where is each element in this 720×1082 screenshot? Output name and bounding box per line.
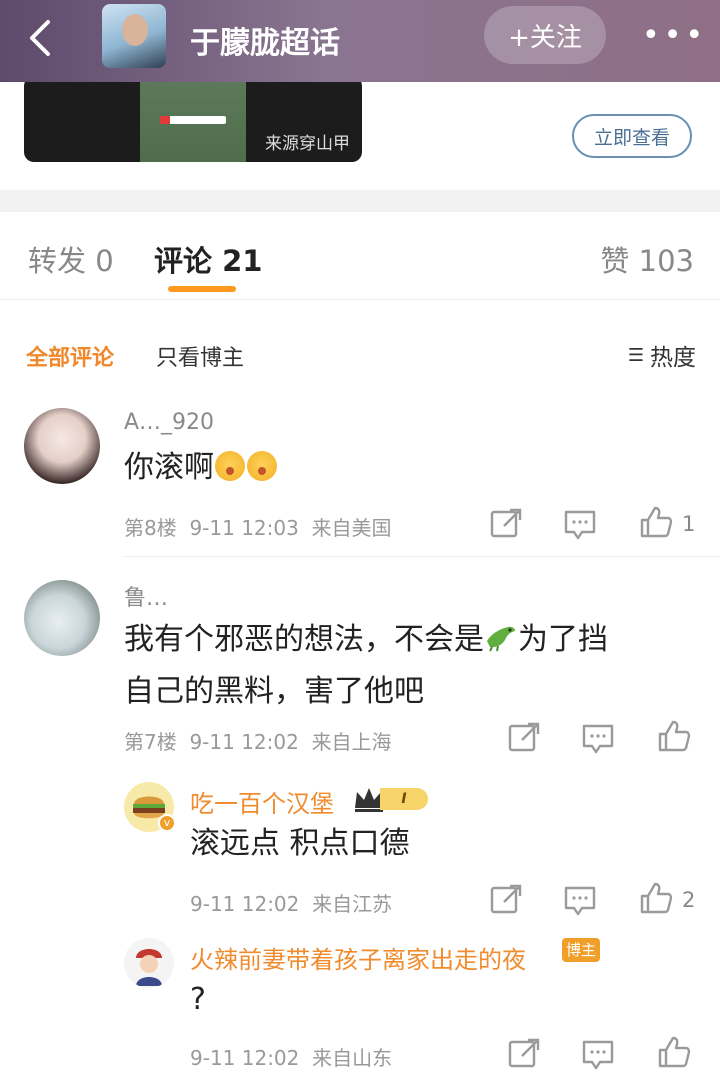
comment-text: 我有个邪恶的想法，不会是 为了挡 自己的黑料，害了他吧 bbox=[124, 614, 694, 718]
comment-location: 来自上海 bbox=[311, 730, 392, 754]
share-icon[interactable] bbox=[488, 882, 524, 918]
active-tab-indicator bbox=[168, 286, 236, 292]
comment-location: 来自美国 bbox=[311, 516, 392, 540]
like-icon[interactable] bbox=[656, 1034, 692, 1070]
comment-username[interactable]: 鲁… bbox=[124, 580, 168, 612]
tab-repost[interactable]: 转发 0 bbox=[28, 238, 114, 280]
reply-location: 来自山东 bbox=[312, 1046, 393, 1070]
comment-text-line1-a: 我有个邪恶的想法，不会是 bbox=[124, 622, 484, 657]
share-icon[interactable] bbox=[506, 720, 542, 756]
reply-username[interactable]: 火辣前妻带着孩子离家出走的夜 bbox=[190, 940, 526, 975]
sort-label: 热度 bbox=[650, 345, 696, 371]
comment-time: 9-11 12:03 bbox=[189, 516, 299, 540]
reply-username[interactable]: 吃一百个汉堡 bbox=[190, 784, 334, 819]
comment-icon[interactable] bbox=[562, 882, 598, 918]
level-badge: I bbox=[380, 788, 428, 810]
tab-comment[interactable]: 评论 21 bbox=[154, 238, 262, 280]
scream-emoji-icon bbox=[247, 451, 277, 481]
comment-meta: 第7楼 9-11 12:02 来自上海 bbox=[124, 726, 392, 755]
avatar[interactable] bbox=[124, 938, 174, 988]
like-icon[interactable] bbox=[656, 718, 692, 754]
reply-text: ? bbox=[190, 982, 206, 1017]
reply-time: 9-11 12:02 bbox=[190, 1046, 300, 1070]
comment-text-content: 你滚啊 bbox=[124, 450, 214, 485]
crocodile-emoji-icon bbox=[487, 626, 515, 652]
comment-icon[interactable] bbox=[580, 720, 616, 756]
topic-avatar[interactable] bbox=[102, 4, 166, 68]
comment-filter-bar: 全部评论 只看博主 ☰ 热度 bbox=[0, 300, 720, 396]
comment-floor: 第8楼 bbox=[124, 516, 177, 540]
filter-all-comments[interactable]: 全部评论 bbox=[26, 340, 114, 372]
more-icon[interactable]: ••• bbox=[642, 21, 703, 51]
topic-title[interactable]: 于朦胧超话 bbox=[190, 18, 340, 62]
comment-time: 9-11 12:02 bbox=[189, 730, 299, 754]
comment-icon[interactable] bbox=[562, 506, 598, 542]
verified-badge-icon: v bbox=[158, 814, 176, 832]
video-source-label: 来源穿山甲 bbox=[265, 134, 350, 154]
section-divider bbox=[0, 190, 720, 212]
filter-owner-only[interactable]: 只看博主 bbox=[156, 340, 244, 372]
owner-badge: 博主 bbox=[562, 938, 601, 962]
sort-icon: ☰ bbox=[627, 344, 644, 366]
view-now-button[interactable]: 立即查看 bbox=[572, 114, 692, 158]
back-arrow-icon[interactable] bbox=[22, 18, 62, 58]
reply-meta: 9-11 12:02 来自山东 bbox=[190, 1042, 392, 1071]
avatar[interactable] bbox=[24, 580, 100, 656]
comment-text-line2: 自己的黑料，害了他吧 bbox=[124, 674, 424, 709]
level-text: I bbox=[401, 791, 407, 807]
comment-username[interactable]: A…_920 bbox=[124, 410, 214, 435]
like-icon[interactable] bbox=[638, 504, 674, 540]
reply-meta: 9-11 12:02 来自江苏 bbox=[190, 888, 392, 917]
video-thumbnail[interactable]: 来源穿山甲 bbox=[24, 82, 362, 162]
comment-icon[interactable] bbox=[580, 1036, 616, 1072]
tab-bar: 转发 0 评论 21 赞 103 bbox=[0, 212, 720, 300]
top-bar: 于朦胧超话 +关注 ••• bbox=[0, 0, 720, 82]
comment-text-line1-b: 为了挡 bbox=[518, 622, 608, 657]
like-count: 1 bbox=[682, 512, 696, 536]
cartoon-avatar-icon bbox=[136, 949, 162, 986]
sort-button[interactable]: ☰ 热度 bbox=[628, 338, 696, 372]
video-overlay-tag bbox=[160, 116, 226, 124]
comment-divider bbox=[124, 556, 720, 557]
like-icon[interactable] bbox=[638, 880, 674, 916]
comment-meta: 第8楼 9-11 12:03 来自美国 bbox=[124, 512, 392, 541]
reply-text: 滚远点 积点口德 bbox=[190, 826, 410, 861]
comment-floor: 第7楼 bbox=[124, 730, 177, 754]
tab-like[interactable]: 赞 103 bbox=[600, 238, 694, 280]
reply-time: 9-11 12:02 bbox=[190, 892, 300, 916]
follow-button[interactable]: +关注 bbox=[484, 6, 606, 64]
avatar[interactable] bbox=[24, 408, 100, 484]
reply-location: 来自江苏 bbox=[312, 892, 393, 916]
comment-text: 你滚啊 bbox=[124, 442, 278, 494]
share-icon[interactable] bbox=[506, 1036, 542, 1072]
scream-emoji-icon bbox=[215, 451, 245, 481]
content-card: 来源穿山甲 立即查看 bbox=[0, 82, 720, 190]
like-count: 2 bbox=[682, 888, 696, 912]
share-icon[interactable] bbox=[488, 506, 524, 542]
